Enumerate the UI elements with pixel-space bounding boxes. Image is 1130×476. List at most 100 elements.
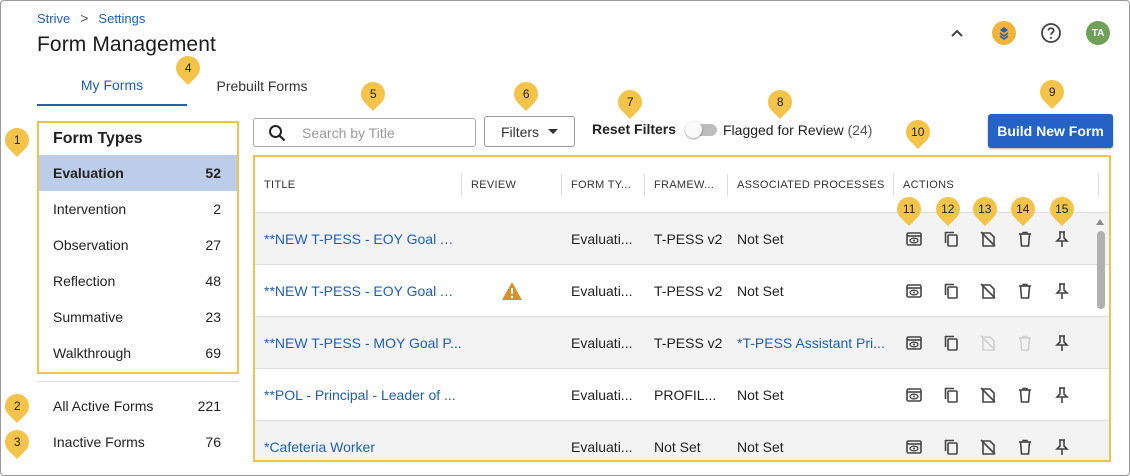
tab-my-forms[interactable]: My Forms [37,66,187,106]
callout-number: 4 [184,61,192,75]
col-form-type[interactable]: FORM TY... [562,173,645,196]
status-filter-label: All Active Forms [53,398,154,414]
trash-icon[interactable] [1015,281,1035,301]
reset-filters-button[interactable]: Reset Filters [592,121,676,137]
avatar[interactable]: TA [1086,21,1110,45]
form-type-intervention[interactable]: Intervention 2 [39,191,237,227]
callout-number: 15 [1055,202,1069,217]
help-icon[interactable] [1038,20,1064,46]
copy-icon[interactable] [941,229,961,249]
status-filter-count: 76 [205,434,221,450]
form-title-link[interactable]: **NEW T-PESS - EOY Goal At... [255,231,462,247]
form-type-count: 48 [205,273,221,289]
table-row[interactable]: **POL - Principal - Leader of ... Evaluat… [255,369,1109,421]
build-new-form-button[interactable]: Build New Form [988,114,1113,148]
form-title-link[interactable]: **NEW T-PESS - EOY Goal At... [255,283,462,299]
pin-icon[interactable] [1052,229,1072,249]
form-type-reflection[interactable]: Reflection 48 [39,263,237,299]
form-type-count: 23 [205,309,221,325]
callout-number: 9 [1048,85,1056,99]
search-input[interactable] [302,124,452,141]
framework-cell: Not Set [654,438,701,455]
row-actions [894,333,1099,353]
processes-cell[interactable]: *T-PESS Assistant Pri... [728,335,894,351]
page-title: Form Management [37,33,216,56]
form-type-label: Observation [53,237,129,253]
copy-icon[interactable] [941,437,961,457]
form-type-count: 69 [205,345,221,361]
warning-icon [502,281,522,300]
form-type-evaluation[interactable]: Evaluation 52 [39,155,237,191]
form-type-walkthrough[interactable]: Walkthrough 69 [39,335,237,371]
callout-marker: 6 [509,77,543,111]
col-title[interactable]: TITLE [255,173,462,196]
pin-icon[interactable] [1052,385,1072,405]
col-associated-processes[interactable]: ASSOCIATED PROCESSES [728,173,894,196]
table-row[interactable]: **NEW T-PESS - MOY Goal P... Evaluati... T… [255,317,1109,369]
tab-prebuilt-forms[interactable]: Prebuilt Forms [187,66,337,106]
table-row[interactable]: **NEW T-PESS - EOY Goal At... Evaluati...… [255,265,1109,317]
form-title-link[interactable]: *Cafeteria Worker [255,439,462,455]
table-row[interactable]: *Cafeteria Worker Evaluati... Not Set Not S… [255,421,1109,460]
breadcrumb-separator: > [80,10,89,26]
form-type-label: Walkthrough [53,345,132,361]
breadcrumb-root[interactable]: Strive [37,11,70,26]
col-review[interactable]: REVIEW [462,173,562,196]
pin-icon[interactable] [1052,437,1072,457]
callout-number: 10 [911,125,925,140]
framework-cell: T-PESS v2 [654,282,723,299]
trash-icon[interactable] [1015,229,1035,249]
form-type-label: Reflection [53,273,116,289]
preview-icon[interactable] [904,333,924,353]
scroll-up-icon[interactable] [1096,219,1104,225]
col-actions: ACTIONS [894,173,1099,196]
form-type-cell: Evaluati... [571,386,633,403]
all-active-forms[interactable]: All Active Forms 221 [37,388,239,424]
flagged-review-toggle[interactable] [685,121,717,138]
callout-marker: 2 [0,389,34,423]
preview-icon[interactable] [904,437,924,457]
form-type-cell: Evaluati... [571,334,633,351]
trash-icon[interactable] [1015,437,1035,457]
form-type-count: 2 [213,201,221,217]
framework-cell: PROFIL... [654,386,717,403]
copy-icon[interactable] [941,333,961,353]
processes-cell: Not Set [737,438,784,455]
col-framework[interactable]: FRAMEW... [645,173,728,196]
flagged-review-label: Flagged for Review (24) [723,122,872,138]
deactivate-icon[interactable] [978,437,998,457]
filters-dropdown[interactable]: Filters [484,116,575,147]
chevron-up-icon[interactable] [944,20,970,46]
layers-icon[interactable] [992,21,1016,45]
processes-cell: Not Set [737,282,784,299]
form-type-observation[interactable]: Observation 27 [39,227,237,263]
search-icon [269,124,286,141]
deactivate-icon[interactable] [978,385,998,405]
scrollbar-thumb[interactable] [1097,231,1105,309]
form-types-panel: Form Types Evaluation 52 Intervention 2 Ob… [37,121,239,374]
preview-icon[interactable] [904,281,924,301]
processes-cell: Not Set [737,386,784,403]
trash-icon[interactable] [1015,385,1035,405]
inactive-forms[interactable]: Inactive Forms 76 [37,424,239,460]
pin-icon[interactable] [1052,281,1072,301]
form-type-label: Evaluation [53,165,124,181]
form-title-link[interactable]: **POL - Principal - Leader of ... [255,387,462,403]
form-type-cell: Evaluati... [571,438,633,455]
pin-icon[interactable] [1052,333,1072,353]
callout-marker: 1 [0,123,34,157]
status-filter-count: 221 [197,398,221,414]
callout-number: 12 [941,202,955,217]
callout-marker: 9 [1035,75,1069,109]
preview-icon[interactable] [904,385,924,405]
form-type-summative[interactable]: Summative 23 [39,299,237,335]
form-title-link[interactable]: **NEW T-PESS - MOY Goal P... [255,335,462,351]
preview-icon[interactable] [904,229,924,249]
deactivate-icon[interactable] [978,281,998,301]
copy-icon[interactable] [941,385,961,405]
deactivate-icon[interactable] [978,229,998,249]
copy-icon[interactable] [941,281,961,301]
breadcrumb-current[interactable]: Settings [98,11,145,26]
flag-text: Flagged for Review [723,122,844,138]
row-actions [894,229,1099,249]
